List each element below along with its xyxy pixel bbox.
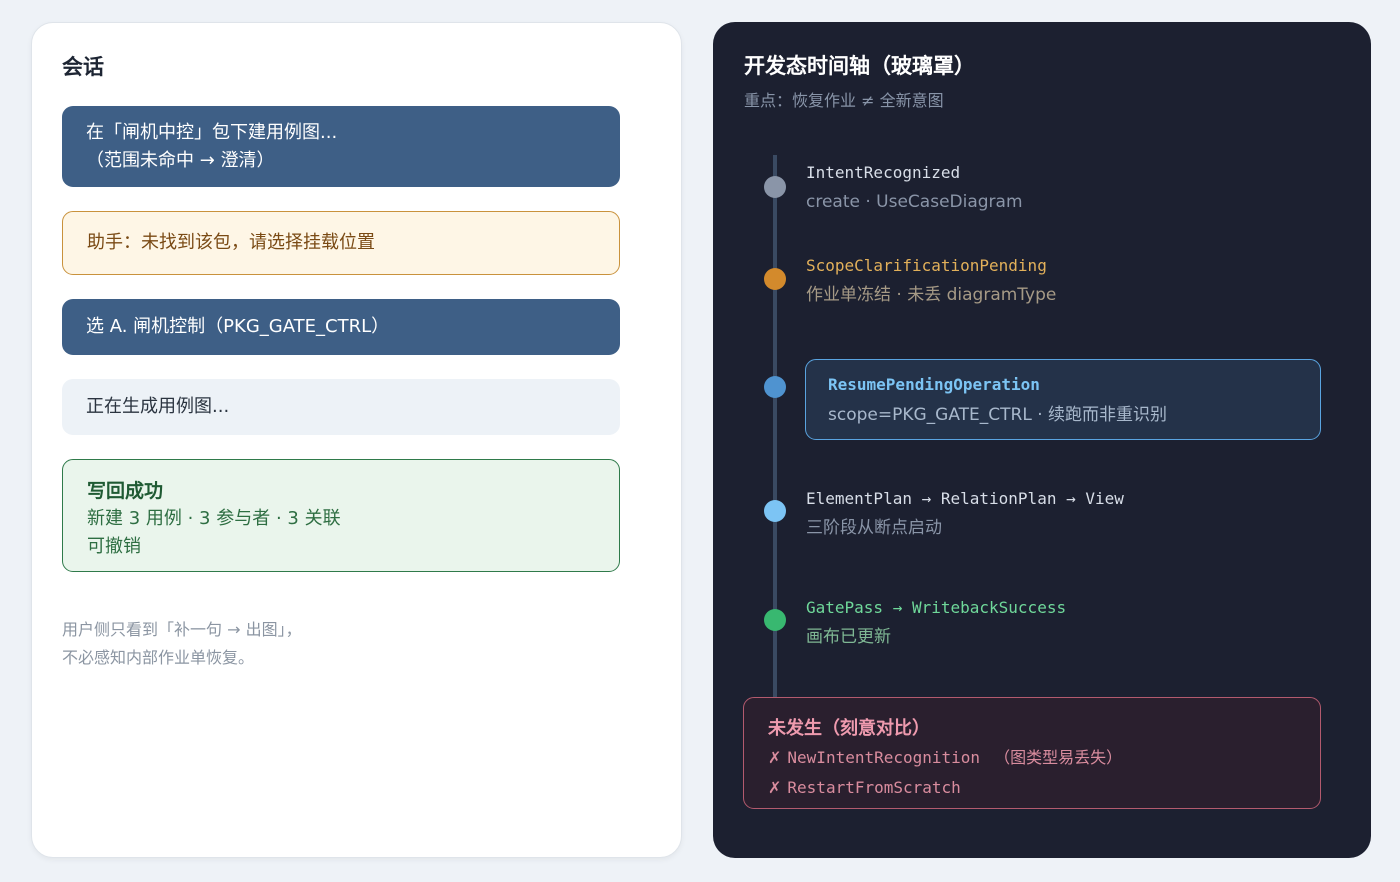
event-name: GatePass → WritebackSuccess xyxy=(806,598,1067,617)
timeline-event: GatePass → WritebackSuccess 画布已更新 xyxy=(806,597,1066,650)
resume-operation-card: ResumePendingOperation scope=PKG_GATE_CT… xyxy=(805,359,1321,440)
event-name: IntentRecognized xyxy=(806,163,961,182)
timeline-dot xyxy=(764,176,786,198)
event-name: ElementPlan → RelationPlan → View xyxy=(806,489,1124,508)
success-title: 写回成功 xyxy=(87,480,164,502)
not-happened-name: RestartFromScratch xyxy=(787,778,961,797)
cross-icon: ✗ xyxy=(768,778,782,797)
success-detail: 新建 3 用例 · 3 参与者 · 3 关联 xyxy=(87,508,341,529)
user-choice-bubble: 选 A. 闸机控制（PKG_GATE_CTRL） xyxy=(62,299,620,355)
footnote-line: 用户侧只看到「补一句 → 出图」， xyxy=(62,620,302,639)
event-description: create · UseCaseDiagram xyxy=(806,192,1023,212)
not-happened-card: 未发生（刻意对比） ✗ NewIntentRecognition （图类型易丢失） … xyxy=(743,697,1321,809)
undo-hint: 可撤销 xyxy=(87,536,141,557)
not-happened-note: （图类型易丢失） xyxy=(994,748,1123,767)
not-happened-item: ✗ NewIntentRecognition （图类型易丢失） xyxy=(768,744,1296,772)
user-message-line: 在「闸机中控」包下建用例图... xyxy=(86,122,338,143)
event-description: 作业单冻结 · 未丢 diagramType xyxy=(806,285,1057,305)
timeline-subtitle: 重点：恢复作业 ≠ 全新意图 xyxy=(744,91,944,110)
timeline-title: 开发态时间轴（玻璃罩） xyxy=(744,54,975,78)
event-description: 画布已更新 xyxy=(806,627,891,647)
writeback-success-card: 写回成功 新建 3 用例 · 3 参与者 · 3 关联 可撤销 xyxy=(62,459,620,572)
footnote: 用户侧只看到「补一句 → 出图」， 不必感知内部作业单恢复。 xyxy=(62,616,302,672)
user-message-note: （范围未命中 → 澄清） xyxy=(86,150,275,171)
timeline-panel: 开发态时间轴（玻璃罩） 重点：恢复作业 ≠ 全新意图 IntentRecogni… xyxy=(713,22,1371,858)
generating-status-bubble: 正在生成用例图... xyxy=(62,379,620,435)
not-happened-name: NewIntentRecognition xyxy=(787,748,981,767)
timeline-dot xyxy=(764,376,786,398)
timeline-event: ElementPlan → RelationPlan → View 三阶段从断点… xyxy=(806,488,1124,541)
footnote-line: 不必感知内部作业单恢复。 xyxy=(62,648,255,667)
assistant-message-text: 助手：未找到该包，请选择挂载位置 xyxy=(87,232,375,253)
conversation-panel: 会话 在「闸机中控」包下建用例图... （范围未命中 → 澄清） 助手：未找到该… xyxy=(31,22,682,858)
cross-icon: ✗ xyxy=(768,748,782,767)
timeline-event: IntentRecognized create · UseCaseDiagram xyxy=(806,162,1023,215)
timeline-dot xyxy=(764,609,786,631)
assistant-message-bubble: 助手：未找到该包，请选择挂载位置 xyxy=(62,211,620,275)
not-happened-title: 未发生（刻意对比） xyxy=(768,718,930,739)
timeline-dot xyxy=(764,500,786,522)
event-name: ScopeClarificationPending xyxy=(806,256,1047,275)
not-happened-item: ✗ RestartFromScratch xyxy=(768,774,1296,802)
conversation-title: 会话 xyxy=(62,55,104,79)
generating-status-text: 正在生成用例图... xyxy=(86,396,230,417)
event-description: scope=PKG_GATE_CTRL · 续跑而非重识别 xyxy=(828,405,1168,425)
timeline-dot xyxy=(764,268,786,290)
user-message-bubble: 在「闸机中控」包下建用例图... （范围未命中 → 澄清） xyxy=(62,106,620,187)
event-name: ResumePendingOperation xyxy=(828,375,1040,394)
event-description: 三阶段从断点启动 xyxy=(806,518,942,538)
user-choice-text: 选 A. 闸机控制（PKG_GATE_CTRL） xyxy=(86,316,390,337)
timeline-event: ScopeClarificationPending 作业单冻结 · 未丢 dia… xyxy=(806,255,1056,308)
